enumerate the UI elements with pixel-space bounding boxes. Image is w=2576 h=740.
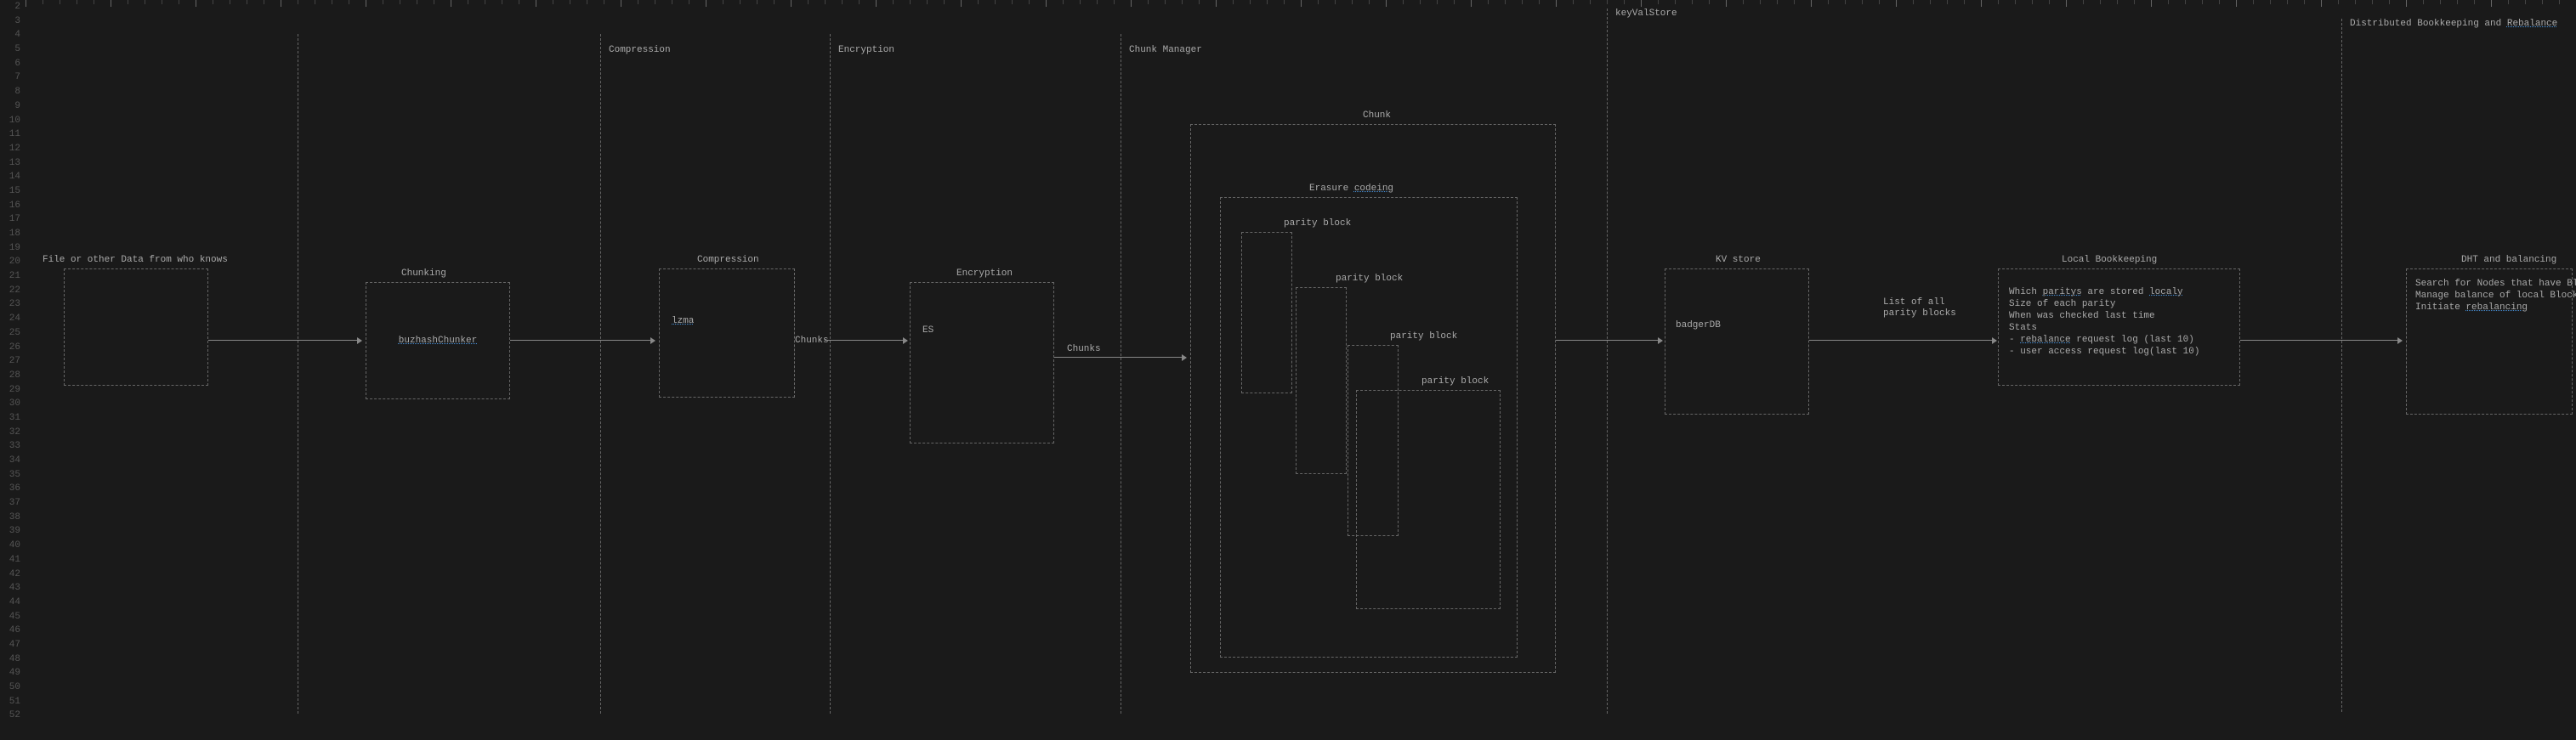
localbook-content: Which paritys are stored localySize of e… xyxy=(2006,274,2233,370)
parity-label-1: parity block xyxy=(1284,218,1351,229)
arrow-encrypt-to-chunk xyxy=(1054,357,1186,358)
vsep-bookkeeping xyxy=(2341,19,2342,712)
parity-box-4 xyxy=(1356,390,1501,609)
line-number-gutter: 2345678910111213141516171819202122232425… xyxy=(0,0,26,740)
encryption-box-label: Encryption xyxy=(956,268,1013,279)
compression-box: lzma xyxy=(659,268,795,398)
arrow-chunk-to-kv xyxy=(1556,340,1662,341)
file-box xyxy=(64,268,208,386)
diagram-canvas: Compression Encryption Chunk Manager key… xyxy=(26,0,2576,740)
arrow-kv-to-localbook xyxy=(1809,340,1996,341)
chunk-box-label: Chunk xyxy=(1363,110,1391,121)
arrow-file-to-chunking xyxy=(208,340,361,341)
localbook-box-label: Local Bookkeeping xyxy=(2062,255,2157,265)
erasure-label: Erasure codeing xyxy=(1309,184,1393,194)
kvstore-impl: badgerDB xyxy=(1676,320,1721,330)
dht-box: Search for Nodes that have BlockManage b… xyxy=(2406,268,2573,415)
kvstore-box: badgerDB xyxy=(1665,268,1809,415)
arrow-caption-chunks-1: Chunks xyxy=(795,336,829,346)
chunking-box-label: Chunking xyxy=(401,268,446,279)
encryption-box: ES xyxy=(910,282,1054,443)
vsep-compression xyxy=(600,34,601,714)
compression-box-label: Compression xyxy=(697,255,759,265)
arrow-compress-to-encrypt xyxy=(825,340,907,341)
column-label-bookkeeping: Distributed Bookkeeping and Rebalance xyxy=(2350,19,2557,29)
parity-box-2 xyxy=(1296,287,1347,474)
dht-box-label: DHT and balancing xyxy=(2461,255,2556,265)
file-box-label: File or other Data from who knows xyxy=(43,255,228,265)
arrow-localbook-to-dht xyxy=(2240,340,2402,341)
chunking-impl: buzhashChunker xyxy=(399,336,477,346)
column-label-keyvalstore: keyValStore xyxy=(1615,8,1677,19)
vsep-keyvalstore xyxy=(1607,8,1608,714)
arrow-caption-parity-list: List of allparity blocks xyxy=(1883,297,1956,319)
chunking-box: buzhashChunker xyxy=(366,282,510,399)
kvstore-box-label: KV store xyxy=(1716,255,1761,265)
column-label-compression: Compression xyxy=(609,45,671,55)
localbook-box: Which paritys are stored localySize of e… xyxy=(1998,268,2240,386)
arrow-caption-chunks-2: Chunks xyxy=(1067,344,1101,354)
column-label-encryption: Encryption xyxy=(838,45,894,55)
vsep-encryption xyxy=(830,34,831,714)
dht-content: Search for Nodes that have BlockManage b… xyxy=(2414,274,2565,317)
compression-impl: lzma xyxy=(672,316,694,326)
encryption-impl: ES xyxy=(922,325,933,336)
column-label-chunk-manager: Chunk Manager xyxy=(1129,45,1202,55)
parity-label-3: parity block xyxy=(1390,331,1457,342)
parity-box-1 xyxy=(1241,232,1292,393)
parity-label-2: parity block xyxy=(1336,274,1403,284)
arrow-chunk-to-compress xyxy=(510,340,655,341)
parity-label-4: parity block xyxy=(1421,376,1489,387)
